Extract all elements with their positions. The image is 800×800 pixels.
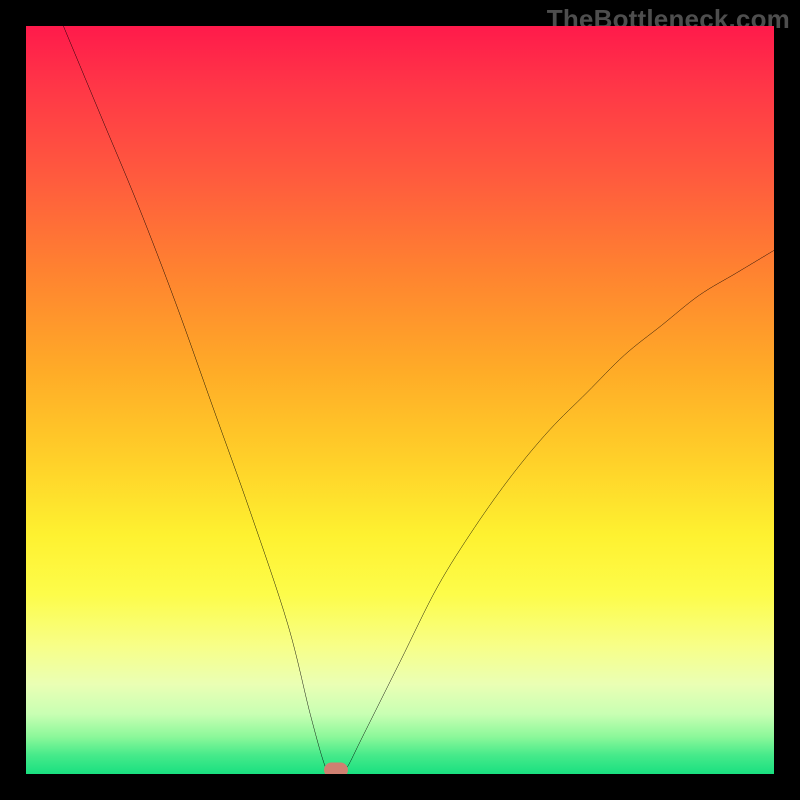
plot-area (26, 26, 774, 774)
curve-svg (26, 26, 774, 774)
bottleneck-curve-path (63, 26, 774, 774)
chart-frame: TheBottleneck.com (0, 0, 800, 800)
optimum-marker (324, 763, 348, 774)
